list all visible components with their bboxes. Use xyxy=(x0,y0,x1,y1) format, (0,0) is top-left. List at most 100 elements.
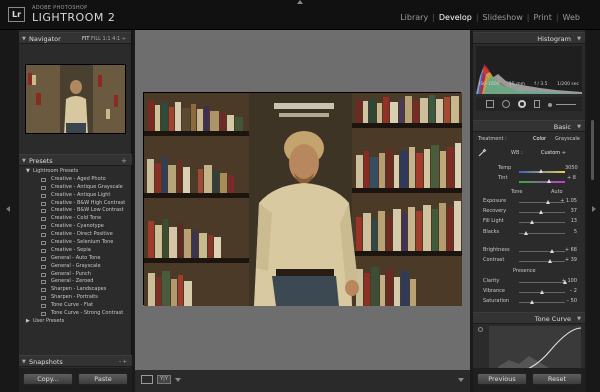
tone-slider-track[interactable] xyxy=(519,220,565,225)
preset-item[interactable]: General - Zeroed xyxy=(19,278,132,286)
presence-slider-track[interactable] xyxy=(519,280,567,284)
treatment-color[interactable]: Color xyxy=(533,136,546,142)
presence-slider-track[interactable] xyxy=(519,290,565,295)
tone-slider-value[interactable]: + 39 xyxy=(565,257,577,263)
module-develop[interactable]: Develop xyxy=(435,13,476,22)
preset-item[interactable]: Creative - Cyanotype xyxy=(19,223,132,231)
preset-item[interactable]: Creative - B&W Low Contrast xyxy=(19,207,132,215)
preset-item[interactable]: Creative - B&W High Contrast xyxy=(19,200,132,208)
tone-slider-track[interactable] xyxy=(519,259,565,263)
zoom-fit[interactable]: FIT xyxy=(82,36,89,42)
presence-slider-knob[interactable] xyxy=(530,300,534,305)
basic-header[interactable]: Basic ▼ xyxy=(473,120,585,132)
dropdown-arrow-icon[interactable] xyxy=(175,378,181,382)
preset-item[interactable]: Creative - Sepia xyxy=(19,247,132,255)
preset-folder-user[interactable]: ▶ User Presets xyxy=(19,318,132,326)
before-after-icon[interactable]: Y|Y xyxy=(157,375,171,384)
tone-slider-knob[interactable] xyxy=(546,200,551,204)
preset-item[interactable]: Tone Curve - Strong Contrast xyxy=(19,310,132,318)
presets-header[interactable]: ▼ Presets + xyxy=(19,154,132,166)
red-eye-icon[interactable] xyxy=(518,100,526,108)
histogram-header[interactable]: Histogram ▼ xyxy=(473,32,585,44)
presence-slider-knob[interactable] xyxy=(540,290,545,295)
toolbar-menu-arrow-icon[interactable] xyxy=(458,378,464,382)
spot-removal-icon[interactable] xyxy=(502,100,510,108)
targeted-adjustment-icon[interactable] xyxy=(478,327,483,332)
temp-slider-knob[interactable] xyxy=(539,169,543,173)
right-panel-scrollbar[interactable] xyxy=(591,120,594,180)
graduated-filter-icon[interactable] xyxy=(534,100,540,108)
crop-tool-icon[interactable] xyxy=(486,100,494,108)
tone-slider-knob[interactable] xyxy=(524,230,529,235)
loupe-view-icon[interactable] xyxy=(141,375,153,384)
tone-slider-value[interactable]: + 1.05 xyxy=(560,198,577,204)
paste-button[interactable]: Paste xyxy=(78,373,128,385)
navigator-preview[interactable] xyxy=(25,64,126,134)
temp-slider-track[interactable] xyxy=(519,169,565,173)
tint-slider-knob[interactable] xyxy=(547,179,551,183)
tone-slider-value[interactable]: 13 xyxy=(571,218,577,224)
expand-triangle-icon: ▶ xyxy=(26,317,30,324)
navigator-header[interactable]: ▼ Navigator FIT FILL 1:1 4:1 ÷ xyxy=(19,32,131,44)
module-slideshow[interactable]: Slideshow xyxy=(479,13,527,22)
presence-slider-track[interactable] xyxy=(519,300,565,305)
adjustment-brush-icon[interactable] xyxy=(548,103,552,107)
histogram-graph[interactable]: ISO 1600 15 mm f / 3.5 1/200 sec xyxy=(476,46,582,94)
preset-item[interactable]: Sharpen - Landscapes xyxy=(19,286,132,294)
tone-slider-knob[interactable] xyxy=(547,259,552,263)
preset-item[interactable]: Creative - Cold Tone xyxy=(19,215,132,223)
tone-slider-value[interactable]: + 68 xyxy=(565,247,577,253)
eyedropper-icon[interactable] xyxy=(478,148,487,157)
tone-curve-header[interactable]: Tone Curve ▼ xyxy=(473,312,585,324)
preset-item[interactable]: Tone Curve - Flat xyxy=(19,302,132,310)
temp-value[interactable]: 3050 xyxy=(565,165,578,171)
preset-item[interactable]: General - Punch xyxy=(19,271,132,279)
tone-slider-track[interactable] xyxy=(519,210,565,215)
collapse-left-arrow-icon[interactable] xyxy=(6,206,10,212)
treatment-grayscale[interactable]: Grayscale xyxy=(555,136,580,142)
zoom-4-1[interactable]: 4:1 ÷ xyxy=(112,36,126,42)
tone-slider-track[interactable] xyxy=(519,200,565,204)
collapse-top-arrow-icon[interactable] xyxy=(297,0,303,4)
tone-slider-knob[interactable] xyxy=(549,248,554,253)
module-web[interactable]: Web xyxy=(559,13,584,22)
preset-item[interactable]: Creative - Selenium Tone xyxy=(19,239,132,247)
zoom-fill[interactable]: FILL xyxy=(91,36,101,42)
add-preset-icon[interactable]: + xyxy=(121,155,127,167)
collapse-right-arrow-icon[interactable] xyxy=(592,206,596,212)
tone-slider-value[interactable]: 5 xyxy=(574,229,577,235)
snapshots-header[interactable]: ▼ Snapshots – + xyxy=(19,355,132,367)
preset-item[interactable]: Creative - Aged Photo xyxy=(19,176,132,184)
main-photo[interactable] xyxy=(143,92,462,306)
tone-slider-value[interactable]: 37 xyxy=(571,208,577,214)
module-print[interactable]: Print xyxy=(529,13,555,22)
preset-item[interactable]: Sharpen - Portraits xyxy=(19,294,132,302)
image-canvas[interactable] xyxy=(135,30,470,370)
tint-slider-track[interactable] xyxy=(519,179,565,183)
zoom-1-1[interactable]: 1:1 xyxy=(103,36,111,42)
preset-item[interactable]: General - Grayscale xyxy=(19,263,132,271)
tone-slider-knob[interactable] xyxy=(530,220,534,225)
snapshot-controls[interactable]: – + xyxy=(119,356,127,368)
preset-item[interactable]: General - Auto Tone xyxy=(19,255,132,263)
presence-slider-value[interactable]: – 50 xyxy=(567,298,577,304)
previous-button[interactable]: Previous xyxy=(477,373,527,385)
presence-slider-value[interactable]: – 2 xyxy=(570,288,577,294)
presence-label: Presence xyxy=(513,268,536,274)
wb-select[interactable]: Custom ÷ xyxy=(541,150,566,156)
wb-label: WB : xyxy=(511,150,523,156)
copy-button[interactable]: Copy... xyxy=(23,373,73,385)
brush-size-line[interactable] xyxy=(556,104,576,105)
tone-slider-track[interactable] xyxy=(519,230,565,235)
tone-slider-track[interactable] xyxy=(519,248,565,253)
module-library[interactable]: Library xyxy=(396,13,432,22)
presence-slider-value[interactable]: + 100 xyxy=(562,278,577,284)
preset-item[interactable]: Creative - Direct Positive xyxy=(19,231,132,239)
preset-item[interactable]: Creative - Antique Grayscale xyxy=(19,184,132,192)
tone-slider-knob[interactable] xyxy=(538,210,543,215)
auto-tone-button[interactable]: Auto xyxy=(551,189,563,195)
preset-folder-lightroom[interactable]: ▼ Lightroom Presets xyxy=(19,168,132,176)
preset-item[interactable]: Creative - Antique Light xyxy=(19,192,132,200)
reset-button[interactable]: Reset xyxy=(532,373,582,385)
tint-value[interactable]: + 8 xyxy=(567,175,576,181)
